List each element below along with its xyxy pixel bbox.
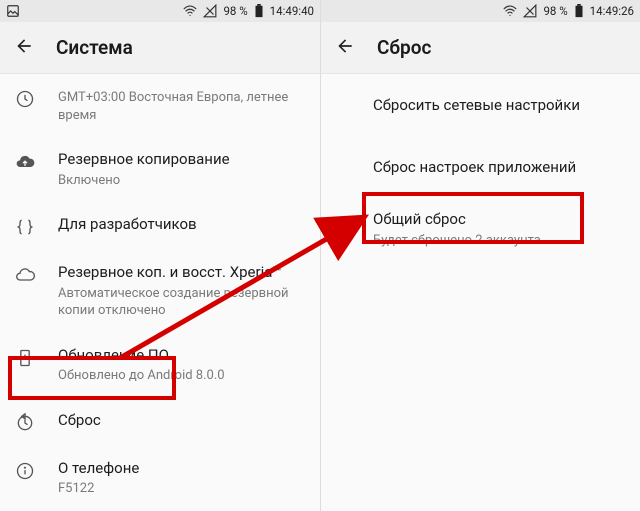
signal-icon bbox=[203, 4, 217, 18]
wifi-icon bbox=[183, 4, 197, 18]
signal-icon bbox=[523, 4, 537, 18]
row-title: Резервное коп. и восст. Xperia™ bbox=[58, 263, 304, 283]
row-title: Общий сброс bbox=[373, 210, 624, 230]
toolbar: Система bbox=[0, 22, 320, 74]
row-about[interactable]: О телефоне F5122 bbox=[0, 446, 320, 511]
row-title: О телефоне bbox=[58, 459, 304, 479]
braces-icon bbox=[14, 215, 36, 237]
battery-pct: 98 % bbox=[543, 4, 567, 18]
row-sw-update[interactable]: Обновление ПО Обновлено до Android 8.0.0 bbox=[0, 333, 320, 398]
row-sub: Будет сброшено 2 аккаунта bbox=[373, 232, 624, 250]
clock: 14:49:40 bbox=[270, 4, 314, 18]
battery-icon bbox=[574, 4, 584, 18]
row-sub: Включено bbox=[58, 172, 304, 190]
phone-left: 98 % 14:49:40 Система GMT+03:00 Восточна… bbox=[0, 0, 320, 511]
row-reset-network[interactable]: Сбросить сетевые настройки bbox=[321, 74, 640, 138]
phone-right: 98 % 14:49:26 Сброс Сбросить сетевые нас… bbox=[320, 0, 640, 511]
info-icon bbox=[14, 459, 36, 481]
clock-icon bbox=[14, 87, 36, 109]
row-title: Сброс bbox=[58, 411, 304, 431]
status-bar: 98 % 14:49:40 bbox=[0, 0, 320, 22]
row-title: Обновление ПО bbox=[58, 346, 304, 366]
toolbar: Сброс bbox=[321, 22, 640, 74]
row-sub: Обновлено до Android 8.0.0 bbox=[58, 367, 304, 385]
row-title: Для разработчиков bbox=[58, 215, 304, 235]
row-backup[interactable]: Резервное копирование Включено bbox=[0, 137, 320, 202]
battery-pct: 98 % bbox=[223, 4, 247, 18]
settings-list: GMT+03:00 Восточная Европа, летнее время… bbox=[0, 74, 320, 511]
wifi-icon bbox=[503, 4, 517, 18]
clock: 14:49:26 bbox=[590, 4, 634, 18]
row-sub: GMT+03:00 Восточная Европа, летнее время bbox=[58, 89, 304, 124]
row-sub: F5122 bbox=[58, 480, 304, 498]
row-xperia-backup[interactable]: Резервное коп. и восст. Xperia™ Автомати… bbox=[0, 250, 320, 333]
row-developer[interactable]: Для разработчиков bbox=[0, 202, 320, 250]
cloud-upload-icon bbox=[14, 150, 36, 172]
page-title: Сброс bbox=[377, 36, 431, 59]
row-reset-apps[interactable]: Сброс настроек приложений bbox=[321, 138, 640, 198]
restore-icon bbox=[14, 411, 36, 433]
download-icon bbox=[14, 346, 36, 368]
settings-list: Сбросить сетевые настройки Сброс настрое… bbox=[321, 74, 640, 511]
row-timezone[interactable]: GMT+03:00 Восточная Европа, летнее время bbox=[0, 74, 320, 137]
cloud-icon bbox=[14, 263, 36, 285]
image-icon bbox=[6, 4, 20, 18]
back-icon[interactable] bbox=[14, 36, 34, 60]
row-sub: Автоматическое создание резервной копии … bbox=[58, 285, 304, 320]
row-reset[interactable]: Сброс bbox=[0, 398, 320, 446]
page-title: Система bbox=[56, 36, 133, 59]
row-title: Резервное копирование bbox=[58, 150, 304, 170]
row-title: Сброс настроек приложений bbox=[373, 158, 624, 178]
row-factory-reset[interactable]: Общий сброс Будет сброшено 2 аккаунта bbox=[321, 197, 640, 262]
battery-icon bbox=[254, 4, 264, 18]
row-title: Сбросить сетевые настройки bbox=[373, 96, 624, 116]
status-bar: 98 % 14:49:26 bbox=[321, 0, 640, 22]
back-icon[interactable] bbox=[335, 36, 355, 60]
